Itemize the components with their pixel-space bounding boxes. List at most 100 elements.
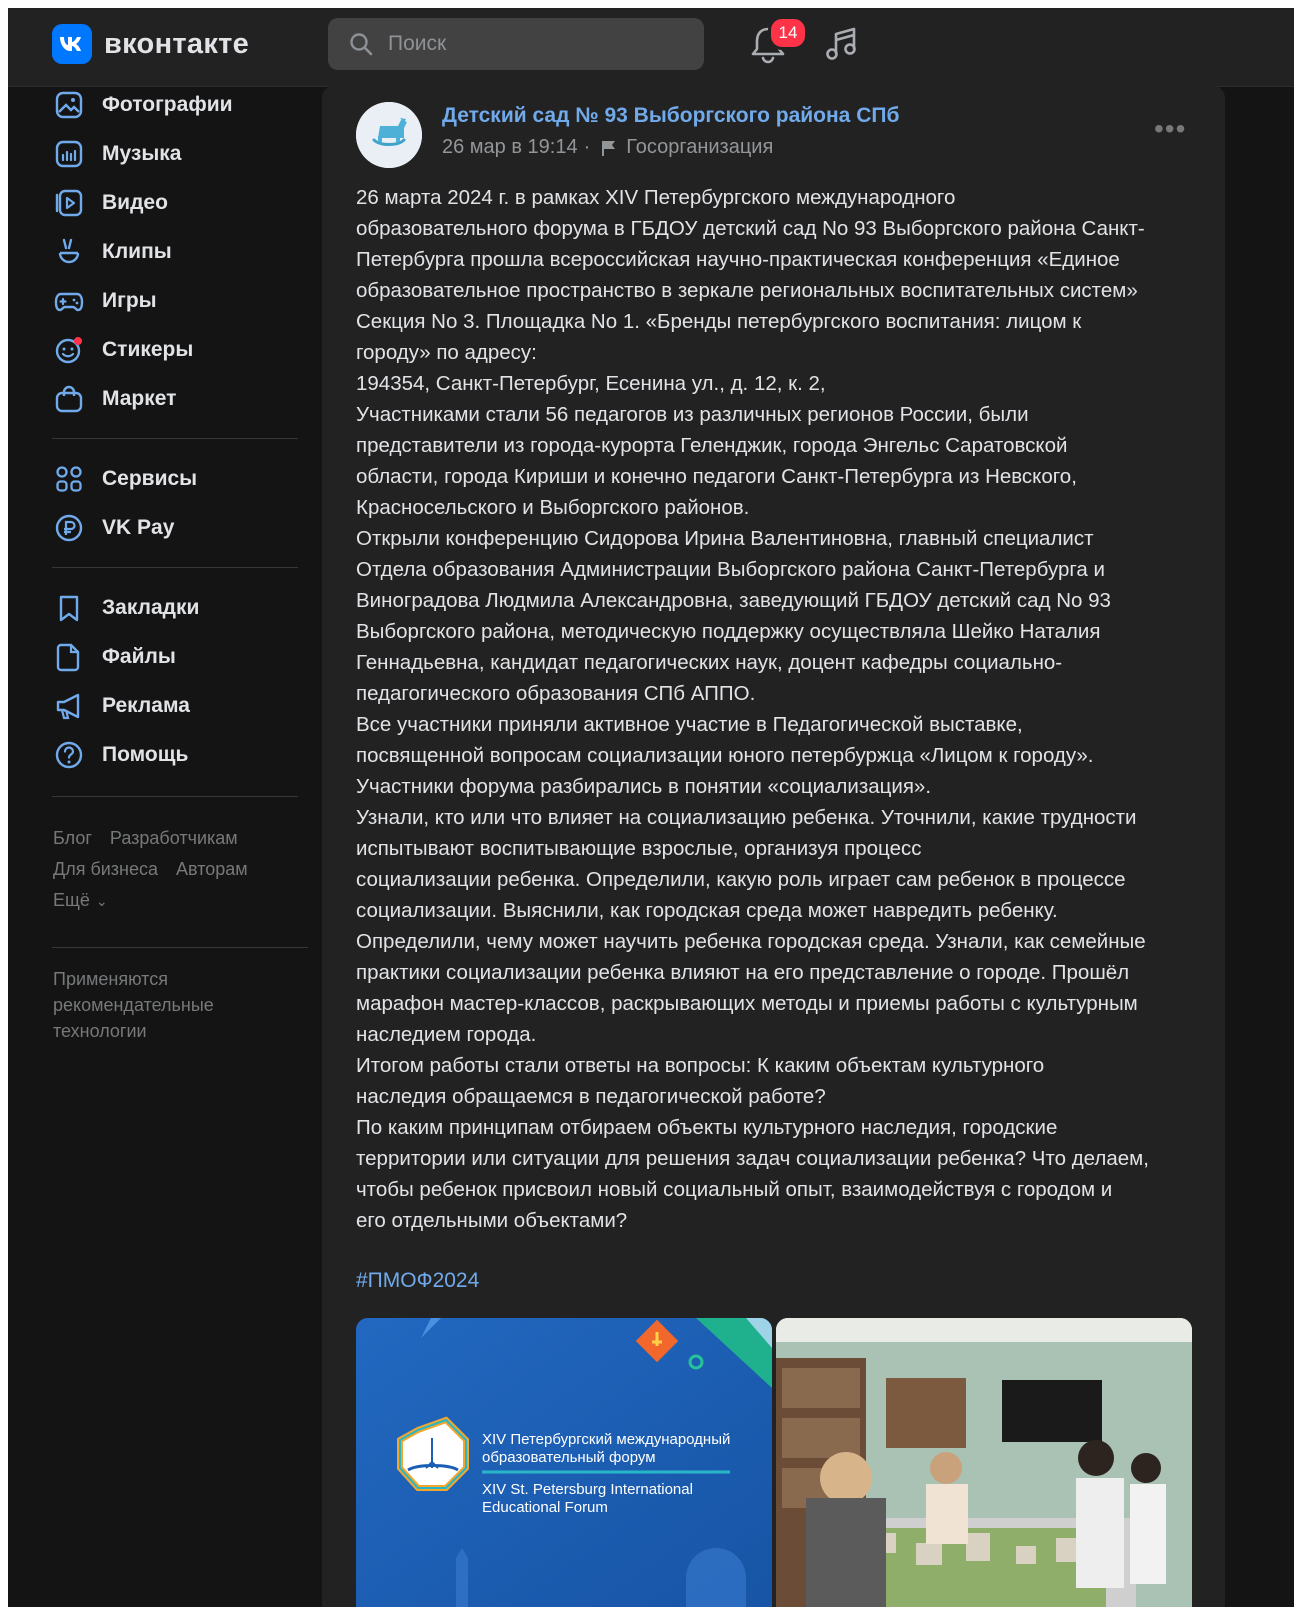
post-text: 26 марта 2024 г. в рамках XIV Петербургс… xyxy=(356,182,1206,1236)
post-text-line: Секция No 3. Площадка No 1. «Бренды пете… xyxy=(356,310,1082,333)
post-text-line: марафон мастер-классов, раскрывающих мет… xyxy=(356,992,1138,1015)
sidebar-divider xyxy=(52,796,298,797)
org-type-label: Госорганизация xyxy=(626,136,774,158)
search-box[interactable] xyxy=(328,18,704,70)
footer-link-more: Ещё xyxy=(53,890,90,910)
post-author-link[interactable]: Детский сад № 93 Выборгского района СПб xyxy=(442,104,899,128)
post-text-line: Определили, чему может научить ребенка г… xyxy=(356,930,1146,953)
post-text-line: Отдела образования Администрации Выборгс… xyxy=(356,558,1105,581)
post-text-line: 26 марта 2024 г. в рамках XIV Петербургс… xyxy=(356,186,956,209)
post-text-line: его отдельными объектами? xyxy=(356,1209,628,1232)
post-text-line: городу» по адресу: xyxy=(356,341,537,364)
meta-separator: · xyxy=(583,136,591,158)
sidebar-divider xyxy=(52,567,298,568)
search-input[interactable] xyxy=(386,31,690,57)
help-icon xyxy=(55,741,83,769)
post-text-line: территории или ситуации для решения зада… xyxy=(356,1147,1149,1170)
banner-title-ru-1: XIV Петербургский международный xyxy=(482,1431,730,1448)
vk-app: вконтакте 14 Фотографии Му xyxy=(8,8,1294,1607)
post-text-line: посвященной вопросам социализации юного … xyxy=(356,744,1094,767)
sidebar-item-bookmarks[interactable]: Закладки xyxy=(52,586,199,630)
forum-banner-photo[interactable]: XIV Петербургский международный образова… xyxy=(356,1318,772,1607)
post-text-line: Виноградова Людмила Александровна, завед… xyxy=(356,589,1111,612)
post-text-line: наследия обращаемся в педагогической раб… xyxy=(356,1085,826,1108)
top-header: вконтакте 14 xyxy=(8,8,1294,87)
sidebar-divider xyxy=(52,438,298,439)
post-text-line: области, города Кириши и конечно педагог… xyxy=(356,465,1077,488)
sidebar-item-services[interactable]: Сервисы xyxy=(52,457,197,501)
post-text-line: Красносельского и Выборгского районов. xyxy=(356,496,750,519)
notifications-badge: 14 xyxy=(768,16,808,50)
sidebar-divider xyxy=(52,947,308,948)
sidebar-item-games[interactable]: Игры xyxy=(52,279,157,323)
vk-logo-text: вконтакте xyxy=(104,27,250,60)
stickers-icon xyxy=(55,337,82,364)
sidebar-item-help[interactable]: Помощь xyxy=(52,733,188,777)
video-icon xyxy=(55,189,83,217)
hashtag-link[interactable]: #ПМОФ2024 xyxy=(356,1269,479,1293)
footer-link-authors[interactable]: Авторам xyxy=(176,859,248,879)
services-icon xyxy=(56,466,82,492)
post-text-line: Геннадьевна, кандидат педагогических нау… xyxy=(356,651,1063,674)
photo-attachments: XIV Петербургский международный образова… xyxy=(356,1318,1192,1607)
post-text-line: образовательного форума в ГБДОУ детский … xyxy=(356,217,1145,240)
flag-icon xyxy=(602,140,616,156)
wall-post: Детский сад № 93 Выборгского района СПб … xyxy=(322,86,1225,1607)
more-options-icon[interactable]: ••• xyxy=(1154,115,1186,143)
sidebar-item-files[interactable]: Файлы xyxy=(52,635,176,679)
post-text-line: социализации. Выяснили, как городская ср… xyxy=(356,899,1058,922)
top-strip xyxy=(0,0,1300,8)
post-text-line: Выборгского района, методическую поддерж… xyxy=(356,620,1101,643)
post-text-line: Итогом работы стали ответы на вопросы: К… xyxy=(356,1054,1045,1077)
sidebar-item-vkpay[interactable]: VK Pay xyxy=(52,506,174,550)
post-date[interactable]: 26 мар в 19:14 xyxy=(442,136,578,159)
post-text-line: По каким принципам отбираем объекты куль… xyxy=(356,1116,1058,1139)
vk-logo-icon xyxy=(52,24,92,64)
market-icon xyxy=(55,385,83,413)
post-text-line: испытывают воспитывающие взрослые, орган… xyxy=(356,837,922,860)
music-player-icon[interactable] xyxy=(822,24,862,64)
post-text-line: социализации ребенка. Определили, какую … xyxy=(356,868,1126,891)
banner-title-en-2: Educational Forum xyxy=(482,1499,608,1516)
post-text-line: Участники форума разбирались в понятии «… xyxy=(356,775,932,798)
footer-link-business[interactable]: Для бизнеса xyxy=(53,859,158,879)
post-text-line: наследием города. xyxy=(356,1023,537,1046)
banner-title-ru-2: образовательный форум xyxy=(482,1449,656,1466)
chevron-down-icon: ⌄ xyxy=(95,893,108,909)
post-text-line: практики социализации ребенка влияют на … xyxy=(356,961,1130,984)
post-text-line: чтобы ребенок присвоил новый социальный … xyxy=(356,1178,1113,1201)
post-text-line: 194354, Санкт-Петербург, Есенина ул., д.… xyxy=(356,372,826,395)
sidebar-item-photos[interactable]: Фотографии xyxy=(52,83,233,127)
footer-links-row-1: Блог Разработчикам xyxy=(53,828,256,849)
post-text-line: Открыли конференцию Сидорова Ирина Вален… xyxy=(356,527,1094,550)
sidebar-item-stickers[interactable]: Стикеры xyxy=(52,328,193,372)
vkpay-icon xyxy=(55,514,83,542)
footer-links-row-2: Для бизнеса Авторам xyxy=(53,859,266,880)
exhibition-photo[interactable] xyxy=(776,1318,1192,1607)
sidebar-item-ads[interactable]: Реклама xyxy=(52,684,190,728)
post-text-line: образовательное пространство в зеркале р… xyxy=(356,279,1138,302)
footer-more[interactable]: Ещё ⌄ xyxy=(53,890,126,911)
search-icon xyxy=(350,33,373,56)
recommendation-note[interactable]: Применяются рекомендательные технологии xyxy=(53,966,283,1044)
sidebar-item-video[interactable]: Видео xyxy=(52,181,168,225)
games-icon xyxy=(54,292,84,312)
clips-icon xyxy=(58,238,80,264)
footer-link-developers[interactable]: Разработчикам xyxy=(110,828,238,848)
post-text-line: Участниками стали 56 педагогов из различ… xyxy=(356,403,1029,426)
vk-logo[interactable]: вконтакте xyxy=(52,24,249,64)
post-meta: 26 мар в 19:14 · Госорганизация xyxy=(442,136,773,159)
sidebar-item-music[interactable]: Музыка xyxy=(52,132,181,176)
community-avatar[interactable] xyxy=(356,102,422,168)
bookmarks-icon xyxy=(59,595,79,622)
post-text-line: Узнали, кто или что влияет на социализац… xyxy=(356,806,1137,829)
exhibition-scene xyxy=(776,1318,1192,1607)
banner-title-en-1: XIV St. Petersburg International xyxy=(482,1481,693,1498)
post-text-line: Петербурга прошла всероссийская научно-п… xyxy=(356,248,1120,271)
rocking-horse-icon xyxy=(356,102,422,168)
footer-link-blog[interactable]: Блог xyxy=(53,828,92,848)
sidebar-item-clips[interactable]: Клипы xyxy=(52,230,172,274)
music-icon xyxy=(55,140,83,168)
files-icon xyxy=(56,643,80,672)
sidebar-item-market[interactable]: Маркет xyxy=(52,377,176,421)
